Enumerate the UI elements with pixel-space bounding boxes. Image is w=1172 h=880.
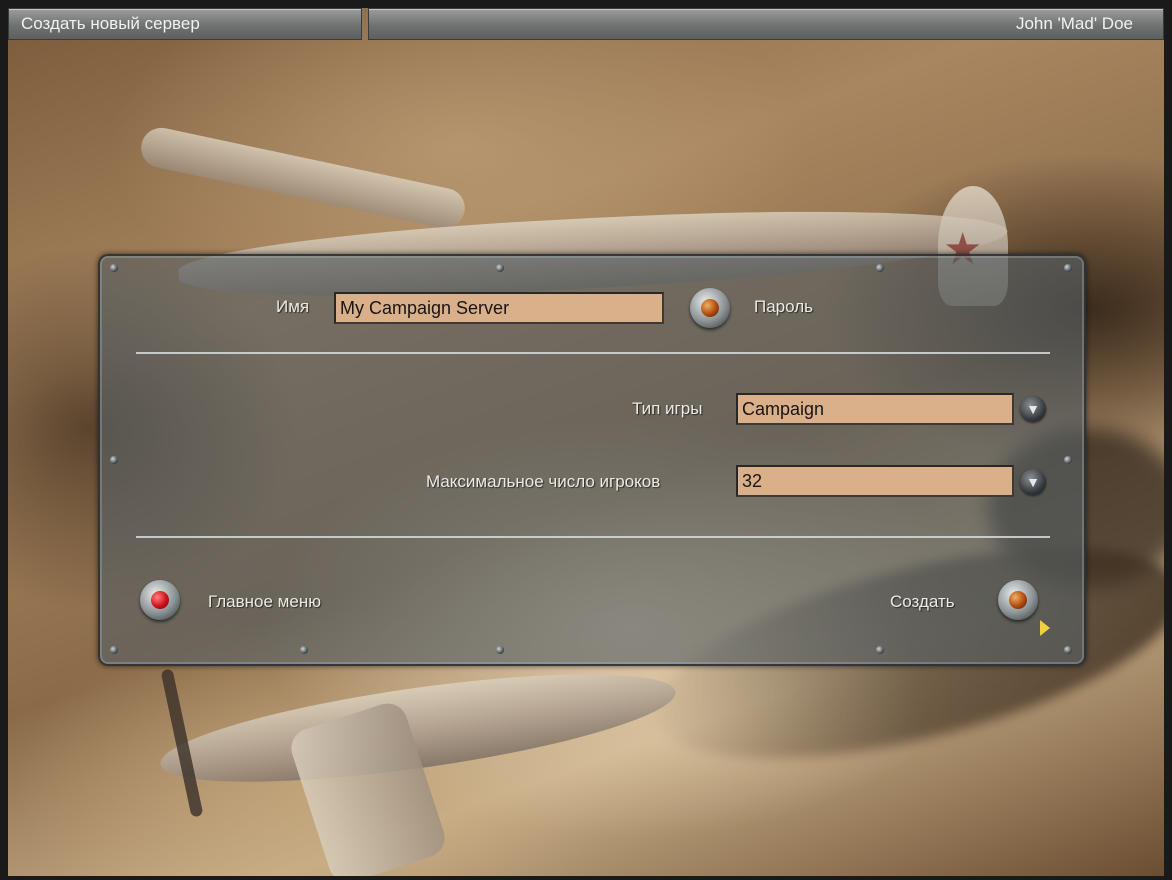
top-bar: Создать новый сервер John 'Mad' Doe [8,8,1164,40]
rivet [1064,264,1072,272]
screen-title: Создать новый сервер [8,8,362,40]
plane-wing-image [137,124,469,232]
server-name-input[interactable]: My Campaign Server [334,292,664,324]
create-button[interactable] [998,580,1038,620]
divider [136,352,1050,354]
main-menu-label[interactable]: Главное меню [208,592,321,612]
lamp-button-icon [701,299,719,317]
password-label: Пароль [754,297,813,316]
rivet [300,646,308,654]
max-players-label: Максимальное число игроков [426,472,661,491]
mouse-cursor-icon [1040,620,1050,636]
divider [136,536,1050,538]
lamp-button-icon [1009,591,1027,609]
game-type-select[interactable]: Campaign [736,393,1014,425]
rivet [1064,646,1072,654]
max-players-dropdown-button[interactable]: ▼ [1020,469,1046,495]
rivet [876,264,884,272]
create-server-panel: Имя My Campaign Server Пароль Тип игры C… [98,254,1086,666]
max-players-select[interactable]: 32 [736,465,1014,497]
player-name: John 'Mad' Doe [368,8,1164,40]
main-menu-button[interactable] [140,580,180,620]
rivet [110,456,118,464]
rivet [110,264,118,272]
chevron-down-icon: ▼ [1026,401,1040,417]
create-label[interactable]: Создать [890,592,955,612]
chevron-down-icon: ▼ [1026,474,1040,490]
rivet [496,264,504,272]
game-type-dropdown-button[interactable]: ▼ [1020,396,1046,422]
name-label: Имя [276,297,310,316]
rivet [496,646,504,654]
password-toggle-button[interactable] [690,288,730,328]
lamp-button-icon [151,591,169,609]
game-type-label: Тип игры [632,399,703,418]
rivet [876,646,884,654]
rivet [110,646,118,654]
rivet [1064,456,1072,464]
